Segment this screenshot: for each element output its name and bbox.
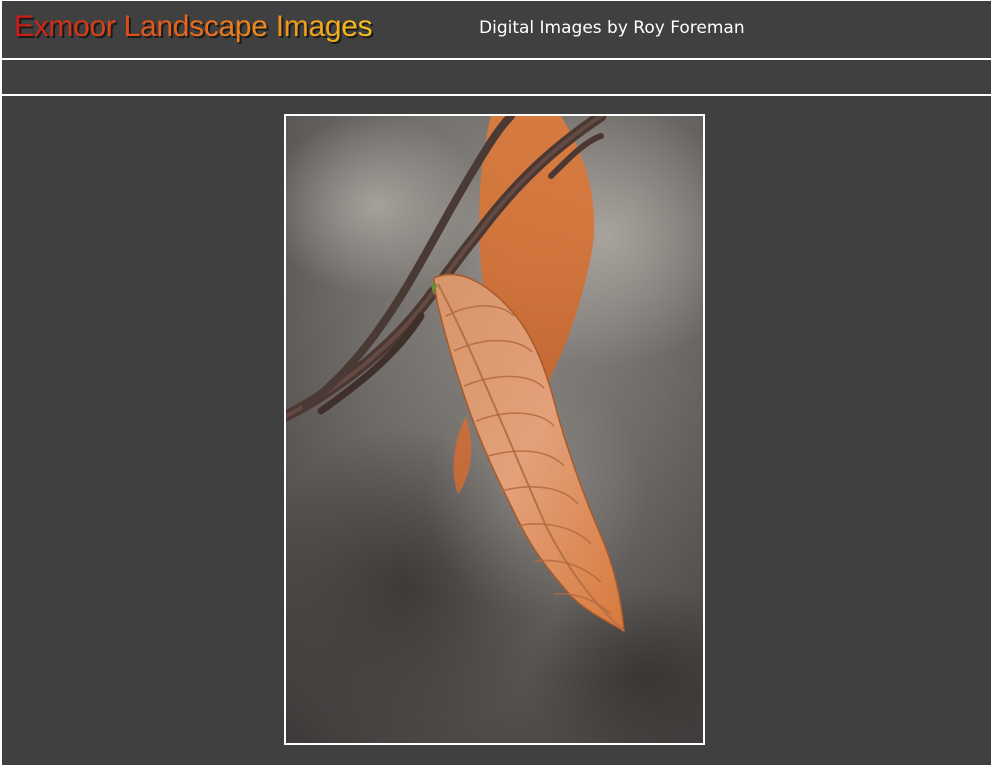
site-subtitle: Digital Images by Roy Foreman <box>479 18 745 38</box>
featured-photo[interactable] <box>284 114 705 745</box>
navigation-bar <box>2 60 991 94</box>
page: Exmoor Landscape Images Digital Images b… <box>0 0 993 767</box>
autumn-leaf-photo <box>286 116 703 743</box>
main-content <box>2 96 991 765</box>
site-title: Exmoor Landscape Images <box>14 10 373 43</box>
site-header: Exmoor Landscape Images Digital Images b… <box>2 1 991 58</box>
